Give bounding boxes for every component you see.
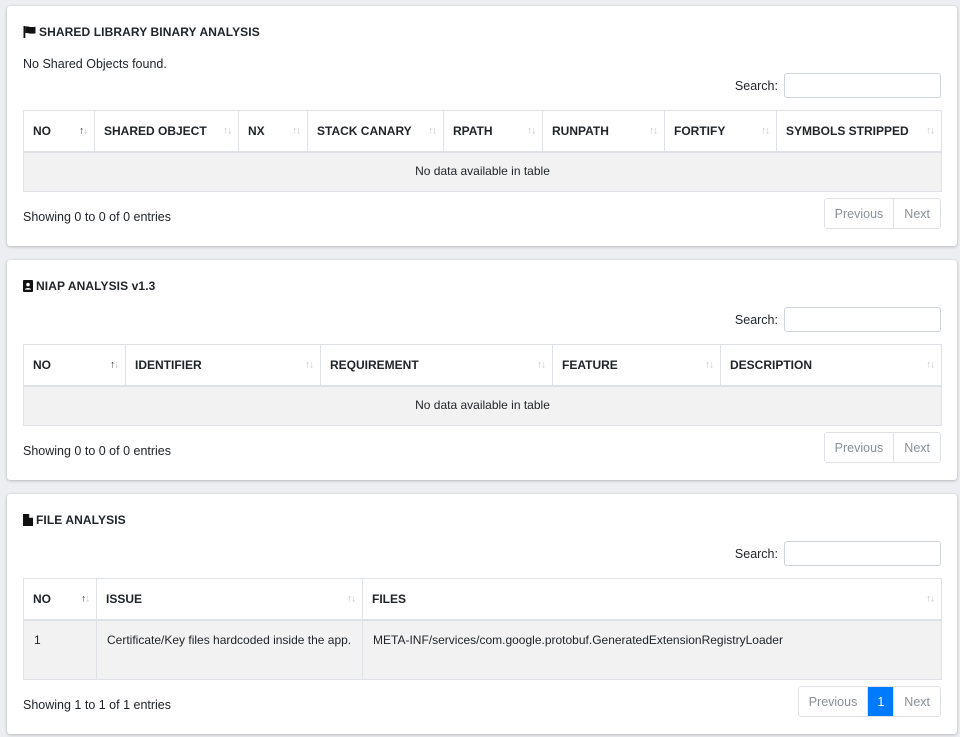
table-row: No data available in table bbox=[23, 151, 942, 192]
column-header-fortify[interactable]: FORTIFY ↑↓ bbox=[664, 110, 777, 153]
column-header-no[interactable]: NO ↑↓ bbox=[23, 344, 126, 387]
column-header-nx[interactable]: NX ↑↓ bbox=[238, 110, 308, 153]
search-input[interactable] bbox=[784, 541, 941, 566]
table-row: No data available in table bbox=[23, 385, 942, 426]
empty-table-message: No data available in table bbox=[23, 151, 942, 192]
table-info: Showing 0 to 0 of 0 entries bbox=[23, 444, 172, 458]
sort-icon: ↑↓ bbox=[761, 125, 770, 137]
file-analysis-table: NO ↑↓ ISSUE ↑↓ FILES ↑↓ 1 Certificate/Key f… bbox=[23, 578, 942, 680]
search-input[interactable] bbox=[784, 73, 941, 98]
shared-library-card: SHARED LIBRARY BINARY ANALYSIS No Shared… bbox=[7, 6, 957, 246]
section-title-text: SHARED LIBRARY BINARY ANALYSIS bbox=[39, 25, 260, 39]
column-header-stack-canary[interactable]: STACK CANARY ↑↓ bbox=[307, 110, 444, 153]
sort-icon: ↑↓ bbox=[926, 593, 935, 605]
table-header-row: NO ↑↓ ISSUE ↑↓ FILES ↑↓ bbox=[23, 578, 942, 621]
sort-icon: ↑↓ bbox=[926, 125, 935, 137]
table-info: Showing 0 to 0 of 0 entries bbox=[23, 210, 172, 224]
shared-library-table: NO ↑↓ SHARED OBJECT ↑↓ NX ↑↓ STACK CANARY ↑↓… bbox=[23, 110, 942, 192]
cell-no: 1 bbox=[23, 619, 97, 680]
search-label: Search: bbox=[734, 546, 778, 561]
file-analysis-search: Search: bbox=[735, 541, 941, 566]
column-header-shared-object[interactable]: SHARED OBJECT ↑↓ bbox=[94, 110, 239, 153]
sort-icon: ↑↓ bbox=[926, 359, 935, 371]
sort-icon: ↑↓ bbox=[649, 125, 658, 137]
empty-table-message: No data available in table bbox=[23, 385, 942, 426]
cell-issue: Certificate/Key files hardcoded inside t… bbox=[96, 619, 363, 680]
sort-icon: ↑↓ bbox=[428, 125, 437, 137]
pagination: Previous Next bbox=[823, 432, 941, 463]
column-header-no[interactable]: NO ↑↓ bbox=[23, 110, 95, 153]
sort-icon: ↑↓ bbox=[223, 125, 232, 137]
no-shared-objects-message: No Shared Objects found. bbox=[23, 57, 167, 71]
section-title-text: NIAP ANALYSIS v1.3 bbox=[36, 279, 156, 293]
column-header-identifier[interactable]: IDENTIFIER ↑↓ bbox=[125, 344, 321, 387]
shared-library-title: SHARED LIBRARY BINARY ANALYSIS bbox=[23, 25, 260, 39]
column-header-feature[interactable]: FEATURE ↑↓ bbox=[552, 344, 721, 387]
sort-icon: ↑↓ bbox=[292, 125, 301, 137]
niap-title: NIAP ANALYSIS v1.3 bbox=[23, 279, 155, 293]
next-button[interactable]: Next bbox=[893, 199, 940, 228]
column-header-symbols-stripped[interactable]: SYMBOLS STRIPPED ↑↓ bbox=[776, 110, 942, 153]
niap-search: Search: bbox=[735, 307, 941, 332]
column-header-rpath[interactable]: RPATH ↑↓ bbox=[443, 110, 543, 153]
niap-card: NIAP ANALYSIS v1.3 Search: NO ↑↓ IDENTIFI… bbox=[7, 260, 957, 480]
previous-button[interactable]: Previous bbox=[824, 199, 894, 228]
search-label: Search: bbox=[734, 78, 778, 93]
search-input[interactable] bbox=[784, 307, 941, 332]
shared-library-search: Search: bbox=[735, 73, 941, 98]
table-row: 1 Certificate/Key files hardcoded inside… bbox=[23, 619, 942, 680]
niap-table: NO ↑↓ IDENTIFIER ↑↓ REQUIREMENT ↑↓ FEATURE ↑… bbox=[23, 344, 942, 426]
flag-icon bbox=[23, 26, 36, 38]
column-header-description[interactable]: DESCRIPTION ↑↓ bbox=[720, 344, 942, 387]
section-title-text: FILE ANALYSIS bbox=[36, 513, 126, 527]
pagination: Previous 1 Next bbox=[797, 686, 941, 717]
column-header-runpath[interactable]: RUNPATH ↑↓ bbox=[542, 110, 665, 153]
previous-button[interactable]: Previous bbox=[798, 687, 868, 716]
page-1-button[interactable]: 1 bbox=[867, 687, 894, 716]
column-header-files[interactable]: FILES ↑↓ bbox=[362, 578, 942, 621]
sort-icon: ↑↓ bbox=[705, 359, 714, 371]
id-card-icon bbox=[23, 280, 33, 292]
sort-icon: ↑↓ bbox=[305, 359, 314, 371]
table-header-row: NO ↑↓ IDENTIFIER ↑↓ REQUIREMENT ↑↓ FEATURE ↑… bbox=[23, 344, 942, 387]
sort-icon: ↑↓ bbox=[347, 593, 356, 605]
next-button[interactable]: Next bbox=[893, 687, 940, 716]
sort-asc-icon: ↑↓ bbox=[81, 593, 90, 605]
file-analysis-title: FILE ANALYSIS bbox=[23, 513, 126, 527]
sort-asc-icon: ↑↓ bbox=[110, 359, 119, 371]
file-analysis-card: FILE ANALYSIS Search: NO ↑↓ ISSUE ↑↓ FILES… bbox=[7, 494, 957, 734]
previous-button[interactable]: Previous bbox=[824, 433, 894, 462]
column-header-issue[interactable]: ISSUE ↑↓ bbox=[96, 578, 363, 621]
table-header-row: NO ↑↓ SHARED OBJECT ↑↓ NX ↑↓ STACK CANARY ↑↓… bbox=[23, 110, 942, 153]
column-header-requirement[interactable]: REQUIREMENT ↑↓ bbox=[320, 344, 553, 387]
cell-files: META-INF/services/com.google.protobuf.Ge… bbox=[362, 619, 942, 680]
sort-asc-icon: ↑↓ bbox=[79, 125, 88, 137]
sort-icon: ↑↓ bbox=[527, 125, 536, 137]
sort-icon: ↑↓ bbox=[537, 359, 546, 371]
table-info: Showing 1 to 1 of 1 entries bbox=[23, 698, 172, 712]
column-header-no[interactable]: NO ↑↓ bbox=[23, 578, 97, 621]
file-icon bbox=[23, 514, 33, 526]
pagination: Previous Next bbox=[823, 198, 941, 229]
search-label: Search: bbox=[734, 312, 778, 327]
next-button[interactable]: Next bbox=[893, 433, 940, 462]
